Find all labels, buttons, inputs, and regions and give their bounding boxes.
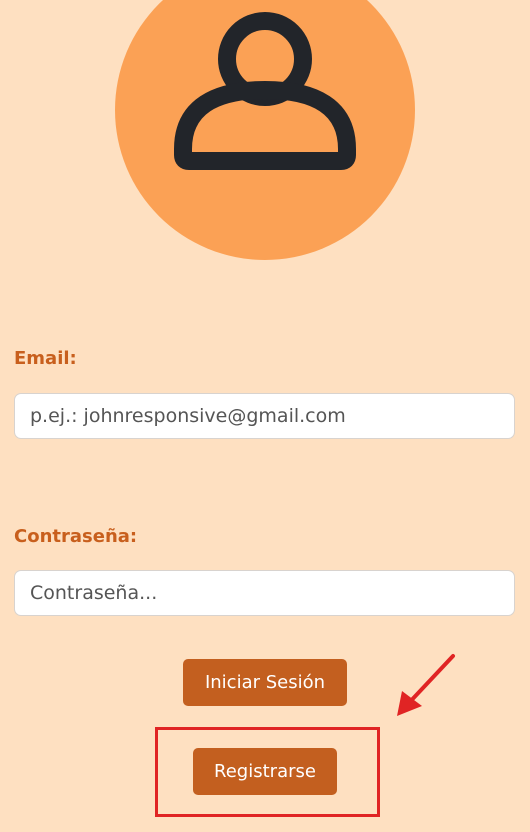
login-button[interactable]: Iniciar Sesión [183, 659, 347, 706]
arrow-icon [397, 654, 455, 716]
password-input[interactable] [14, 570, 515, 616]
password-label: Contraseña: [14, 526, 138, 547]
register-highlight-box [155, 727, 380, 817]
profile-avatar [115, 0, 415, 260]
email-label: Email: [14, 348, 77, 369]
email-input[interactable] [14, 393, 515, 439]
user-icon [174, 12, 356, 170]
